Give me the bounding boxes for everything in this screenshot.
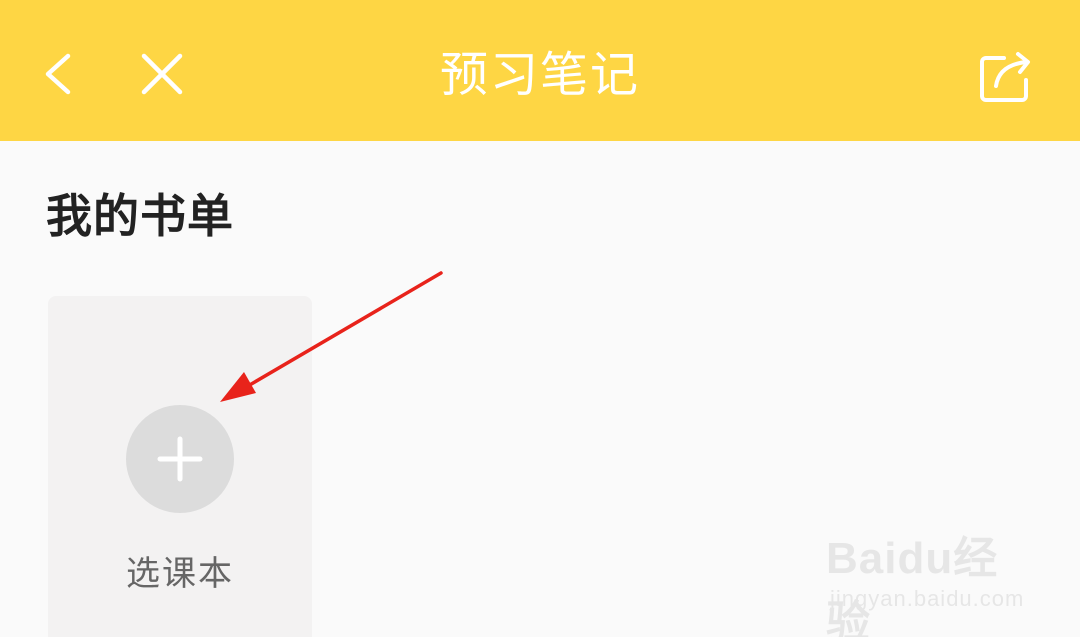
plus-icon: [157, 436, 203, 482]
watermark-url: jingyan.baidu.com: [830, 586, 1025, 611]
top-navigation-bar: 预习笔记: [0, 0, 1080, 141]
add-textbook-card[interactable]: 选课本: [48, 296, 312, 637]
baidu-jingyan-watermark: Baidu经验 jingyan.baidu.com: [826, 522, 1036, 637]
page-title: 预习笔记: [439, 47, 640, 103]
app-screen: 预习笔记 我的书单 选课本 Baidu经验 jingyan.baidu.com: [0, 0, 1080, 637]
add-textbook-label: 选课本: [126, 554, 234, 594]
section-title: 我的书单: [46, 189, 234, 243]
add-textbook-button[interactable]: [126, 405, 234, 513]
share-icon[interactable]: [974, 48, 1038, 106]
watermark-logo: Baidu经验: [826, 534, 999, 637]
